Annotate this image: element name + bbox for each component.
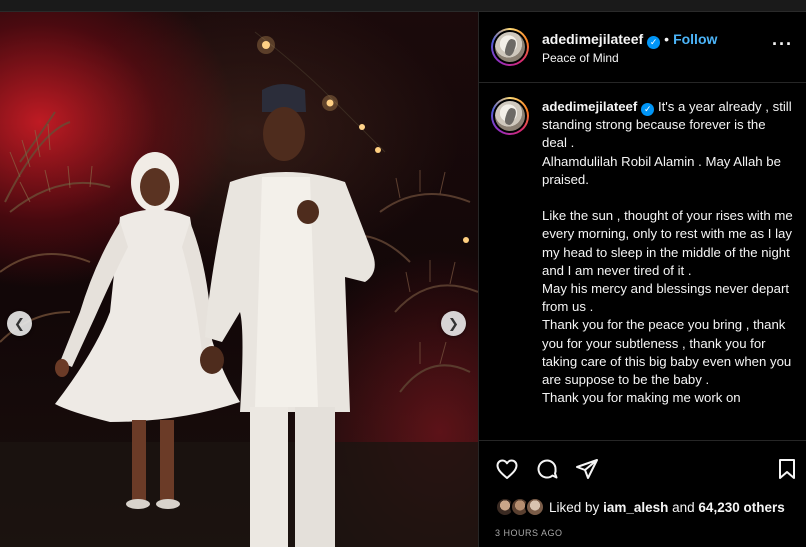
- verified-badge-icon: ✓: [641, 103, 655, 116]
- verified-badge-icon: ✓: [647, 36, 661, 49]
- author-avatar[interactable]: [491, 28, 529, 66]
- share-icon[interactable]: [575, 457, 599, 481]
- couple-photo-illustration: [0, 31, 478, 547]
- previous-photo-button[interactable]: ❮: [7, 311, 32, 336]
- liked-by-user[interactable]: iam_alesh: [603, 500, 668, 515]
- post-caption: adedimejilateef ✓ It's a year already , s…: [542, 98, 794, 407]
- next-photo-button[interactable]: ❯: [441, 311, 466, 336]
- post-side-panel: adedimejilateef ✓ • Follow Peace of Mind ··…: [478, 12, 806, 547]
- follow-button[interactable]: Follow: [673, 31, 717, 47]
- post-timestamp[interactable]: 3 HOURS AGO: [495, 528, 563, 538]
- caption-line: [542, 189, 794, 207]
- heart-icon[interactable]: [495, 457, 519, 481]
- post-location[interactable]: Peace of Mind: [542, 51, 619, 65]
- likes-text: Liked by iam_alesh and 64,230 others: [549, 500, 785, 515]
- author-line: adedimejilateef ✓ • Follow: [542, 31, 717, 49]
- liked-by-prefix: Liked by: [549, 499, 600, 515]
- browser-top-strip: [0, 0, 806, 12]
- chevron-left-icon: ❮: [14, 315, 25, 331]
- caption-line: Like the sun , thought of your rises wit…: [542, 208, 797, 278]
- post-photo: ❮ ❯: [0, 12, 478, 547]
- likes-summary[interactable]: Liked by iam_alesh and 64,230 others: [495, 497, 785, 517]
- post-header: adedimejilateef ✓ • Follow Peace of Mind ··…: [479, 12, 806, 83]
- author-username[interactable]: adedimejilateef: [542, 31, 643, 47]
- caption-username[interactable]: adedimejilateef: [542, 99, 637, 114]
- post-actions: Liked by iam_alesh and 64,230 others 3 H…: [479, 440, 806, 547]
- caption-scroll-area[interactable]: adedimejilateef ✓ It's a year already , s…: [479, 84, 806, 440]
- more-options-icon[interactable]: ···: [772, 34, 793, 55]
- caption-line: Thank you for making me work on: [542, 390, 741, 406]
- liker-avatars: [495, 497, 549, 517]
- liked-by-and: and: [672, 499, 695, 515]
- caption-author-avatar[interactable]: [491, 97, 529, 135]
- caption-line: May his mercy and blessings never depart…: [542, 281, 793, 315]
- caption-line: Alhamdulilah Robil Alamin . May Allah be…: [542, 153, 785, 187]
- bookmark-icon[interactable]: [775, 457, 799, 481]
- liked-by-others[interactable]: 64,230 others: [698, 500, 784, 515]
- caption-line: Thank you for the peace you bring , than…: [542, 317, 795, 388]
- comment-icon[interactable]: [535, 457, 559, 481]
- chevron-right-icon: ❯: [448, 315, 459, 331]
- separator-dot: •: [664, 31, 670, 47]
